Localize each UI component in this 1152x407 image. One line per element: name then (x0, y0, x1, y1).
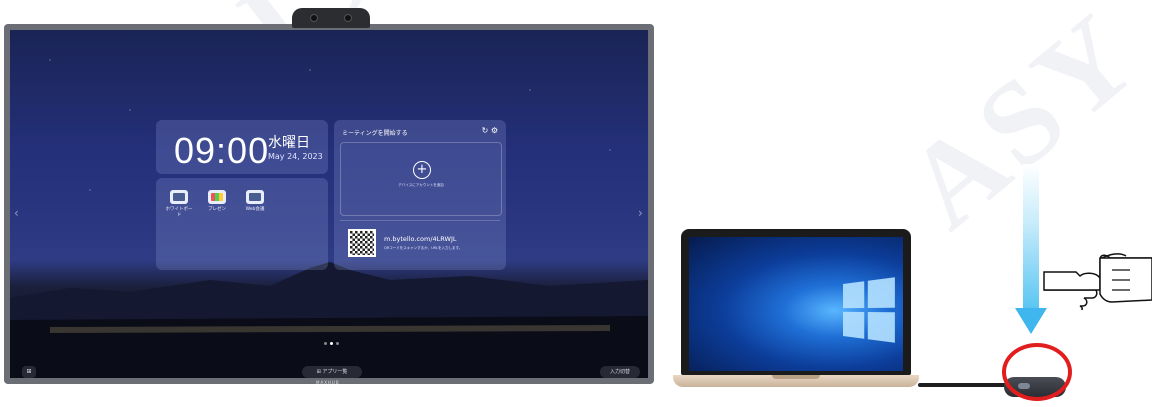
qr-url: m.bytello.com/4LRWJL (384, 235, 457, 243)
app-label: プレゼン (208, 207, 226, 212)
mountain-landscape (10, 262, 648, 378)
qr-code (348, 229, 376, 257)
windows-logo-icon (843, 277, 895, 343)
clock-time: 09:00 (174, 130, 270, 171)
present-icon (208, 190, 226, 204)
camera-lens-icon (310, 14, 318, 22)
app-list-button[interactable]: ⊞ アプリ一覧 (302, 366, 362, 378)
menu-button[interactable]: ⊞ (22, 366, 36, 378)
app-present[interactable]: プレゼン (202, 190, 232, 213)
camera-lens-icon (344, 14, 352, 22)
pointing-hand-icon (1043, 253, 1152, 310)
meeting-actions: ↻ ⚙ (482, 126, 498, 135)
left-edge-chevron-icon[interactable]: ‹ (14, 206, 19, 220)
interactive-display: ‹ › 09:00 水曜日 May 24, 2023 ホワイトボード プレゼン … (4, 24, 654, 385)
laptop-notch (772, 375, 820, 379)
meeting-title: ミーティングを開始する (342, 130, 408, 137)
page-indicator (324, 342, 339, 345)
app-shortcuts-widget: ホワイトボード プレゼン Web会議 (156, 178, 328, 270)
qr-note: QRコードをスキャンするか、URLを入力します。 (384, 246, 463, 250)
app-label: Web会議 (245, 207, 265, 212)
laptop-screen (689, 237, 903, 371)
app-label: ホワイトボード (165, 207, 193, 218)
page-dot (336, 342, 339, 345)
brand-logo: MAXHUB (316, 380, 340, 385)
qr-join-area: m.bytello.com/4LRWJL QRコードをスキャンするか、URLを入… (340, 220, 500, 265)
hdmi-cable (918, 383, 1014, 387)
add-account-area[interactable]: + デバイスにアカウントを追加 (340, 142, 502, 216)
camera-module (292, 8, 370, 28)
refresh-icon[interactable]: ↻ (482, 126, 489, 135)
app-web-meeting[interactable]: Web会議 (240, 190, 270, 213)
whiteboard-icon (170, 190, 188, 204)
clock-date: May 24, 2023 (268, 152, 323, 161)
laptop (681, 229, 911, 375)
page-dot-active (330, 342, 333, 345)
down-arrow-shaft (1023, 164, 1039, 310)
highlight-circle (1002, 343, 1072, 401)
add-account-note: デバイスにアカウントを追加 (398, 183, 444, 187)
right-edge-chevron-icon[interactable]: › (638, 206, 643, 220)
down-arrow-icon (1015, 308, 1047, 334)
watermark-right: ASY (881, 0, 1152, 254)
display-screen: ‹ › 09:00 水曜日 May 24, 2023 ホワイトボード プレゼン … (10, 30, 648, 378)
settings-icon[interactable]: ⚙ (491, 126, 498, 135)
clock-weekday: 水曜日 (268, 135, 310, 151)
page-dot (324, 342, 327, 345)
app-whiteboard[interactable]: ホワイトボード (164, 190, 194, 219)
add-circle-icon[interactable]: + (413, 161, 431, 179)
meeting-widget: ミーティングを開始する ↻ ⚙ + デバイスにアカウントを追加 m.bytell… (334, 120, 506, 270)
input-switch-button[interactable]: 入力切替 (600, 366, 640, 378)
clock-widget: 09:00 水曜日 May 24, 2023 (156, 120, 328, 174)
web-meeting-icon (246, 190, 264, 204)
